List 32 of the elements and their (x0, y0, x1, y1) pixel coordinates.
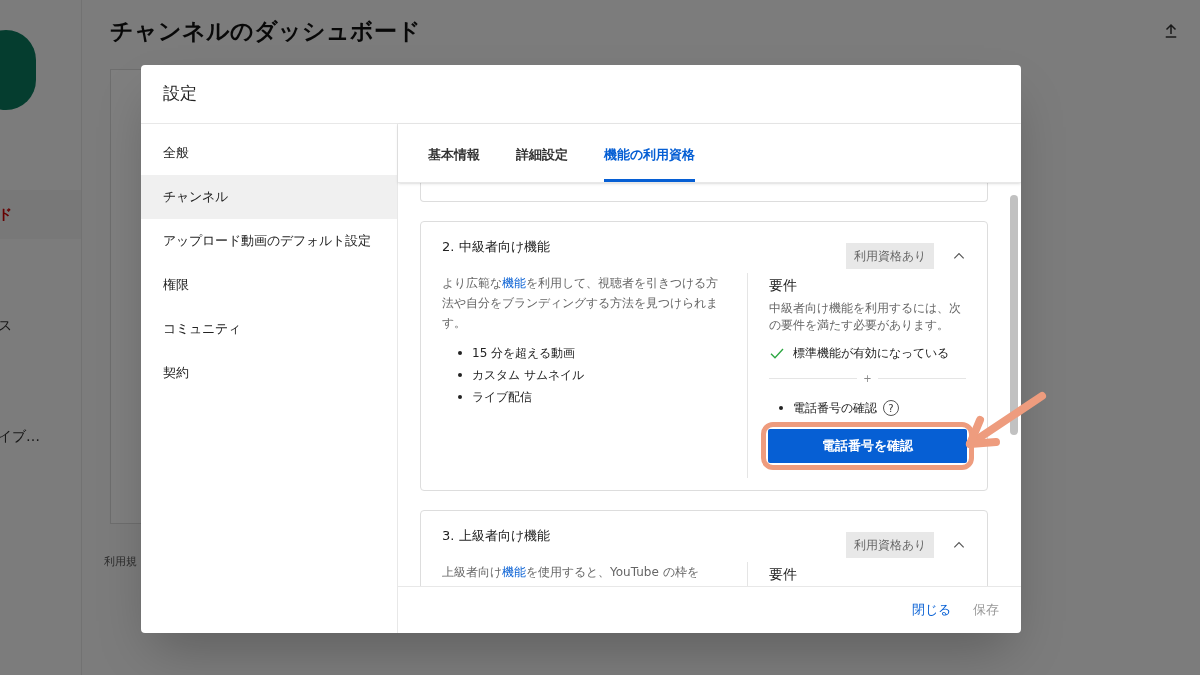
nav-item[interactable]: コミュニティ (141, 307, 397, 351)
tab[interactable]: 基本情報 (428, 144, 480, 182)
verify-phone-button[interactable]: 電話番号を確認 (768, 429, 967, 463)
nav-item[interactable]: 契約 (141, 351, 397, 395)
page-title: チャンネルのダッシュボード (110, 17, 421, 46)
status-badge: 利用資格あり (846, 532, 934, 558)
feature-link[interactable]: 機能 (502, 565, 526, 579)
nav-item[interactable]: 全般 (141, 131, 397, 175)
nav-item[interactable]: チャンネル (141, 175, 397, 219)
feature-item: カスタム サムネイル (458, 365, 727, 385)
separator-text: + (863, 372, 872, 386)
dialog-title: 設定 (163, 82, 197, 106)
tab[interactable]: 詳細設定 (516, 144, 568, 182)
requirements-note: 中級者向け機能を利用するには、次の要件を満たす必要があります。 (769, 300, 962, 334)
requirement-text: 電話番号の確認 (793, 400, 877, 417)
requirement-text: 標準機能が有効になっている (793, 345, 949, 362)
nav-item[interactable]: アップロード動画のデフォルト設定 (141, 219, 397, 263)
requirements-heading: 要件 (769, 565, 798, 584)
status-badge: 利用資格あり (846, 243, 934, 269)
feature-item: 15 分を超える動画 (458, 343, 727, 363)
tab[interactable]: 機能の利用資格 (604, 144, 695, 182)
feature-link[interactable]: 機能 (502, 276, 526, 290)
requirements-heading: 要件 (769, 276, 798, 295)
nav-item[interactable]: 権限 (141, 263, 397, 307)
feature-item: ライブ配信 (458, 387, 727, 407)
sidebar-item[interactable]: イブ… (0, 412, 81, 461)
close-button[interactable]: 閉じる (912, 600, 951, 620)
section-description: 上級者向け機能を使用すると、YouTube の枠を (442, 564, 700, 581)
footer-text: 利用規 (104, 553, 137, 570)
section-title: 2. 中級者向け機能 (442, 238, 550, 256)
section-description: より広範な機能を利用して、視聴者を引きつける方法や自分をブランディングする方法を見つけられます。 (442, 275, 719, 332)
section-title: 3. 上級者向け機能 (442, 527, 550, 545)
